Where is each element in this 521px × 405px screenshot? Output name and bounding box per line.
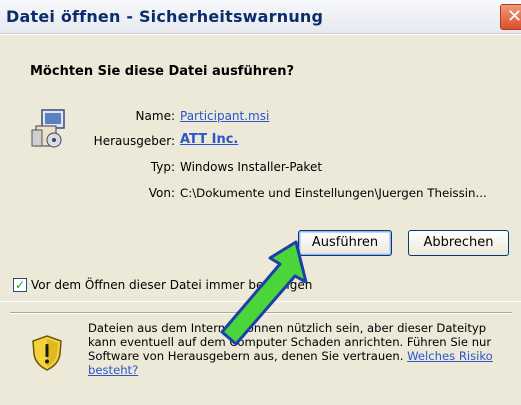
warning-text: Dateien aus dem Internet können nützlich…: [88, 321, 518, 377]
from-label: Von:: [148, 186, 175, 200]
publisher-label: Herausgeber:: [93, 134, 175, 148]
type-label: Typ:: [150, 160, 175, 174]
publisher-link[interactable]: ATT Inc.: [180, 132, 238, 147]
name-label: Name:: [135, 109, 175, 123]
run-button[interactable]: Ausführen: [298, 230, 392, 256]
divider: [10, 312, 512, 314]
security-shield-icon: [32, 335, 62, 371]
title-bar: Datei öffnen - Sicherheitswarnung ✕: [0, 0, 521, 34]
dialog-question: Möchten Sie diese Datei ausführen?: [30, 64, 294, 79]
always-confirm-checkbox[interactable]: ✓: [13, 278, 27, 292]
cancel-button[interactable]: Abbrechen: [408, 230, 509, 256]
close-button[interactable]: ✕: [500, 4, 521, 30]
from-value: C:\Dokumente und Einstellungen\Juergen T…: [180, 186, 487, 200]
window-title: Datei öffnen - Sicherheitswarnung: [6, 7, 324, 26]
close-icon: ✕: [507, 6, 521, 27]
always-confirm-label[interactable]: Vor dem Öffnen dieser Datei immer bestät…: [31, 278, 312, 292]
name-link[interactable]: Participant.msi: [180, 109, 269, 123]
type-value: Windows Installer-Paket: [180, 160, 323, 174]
